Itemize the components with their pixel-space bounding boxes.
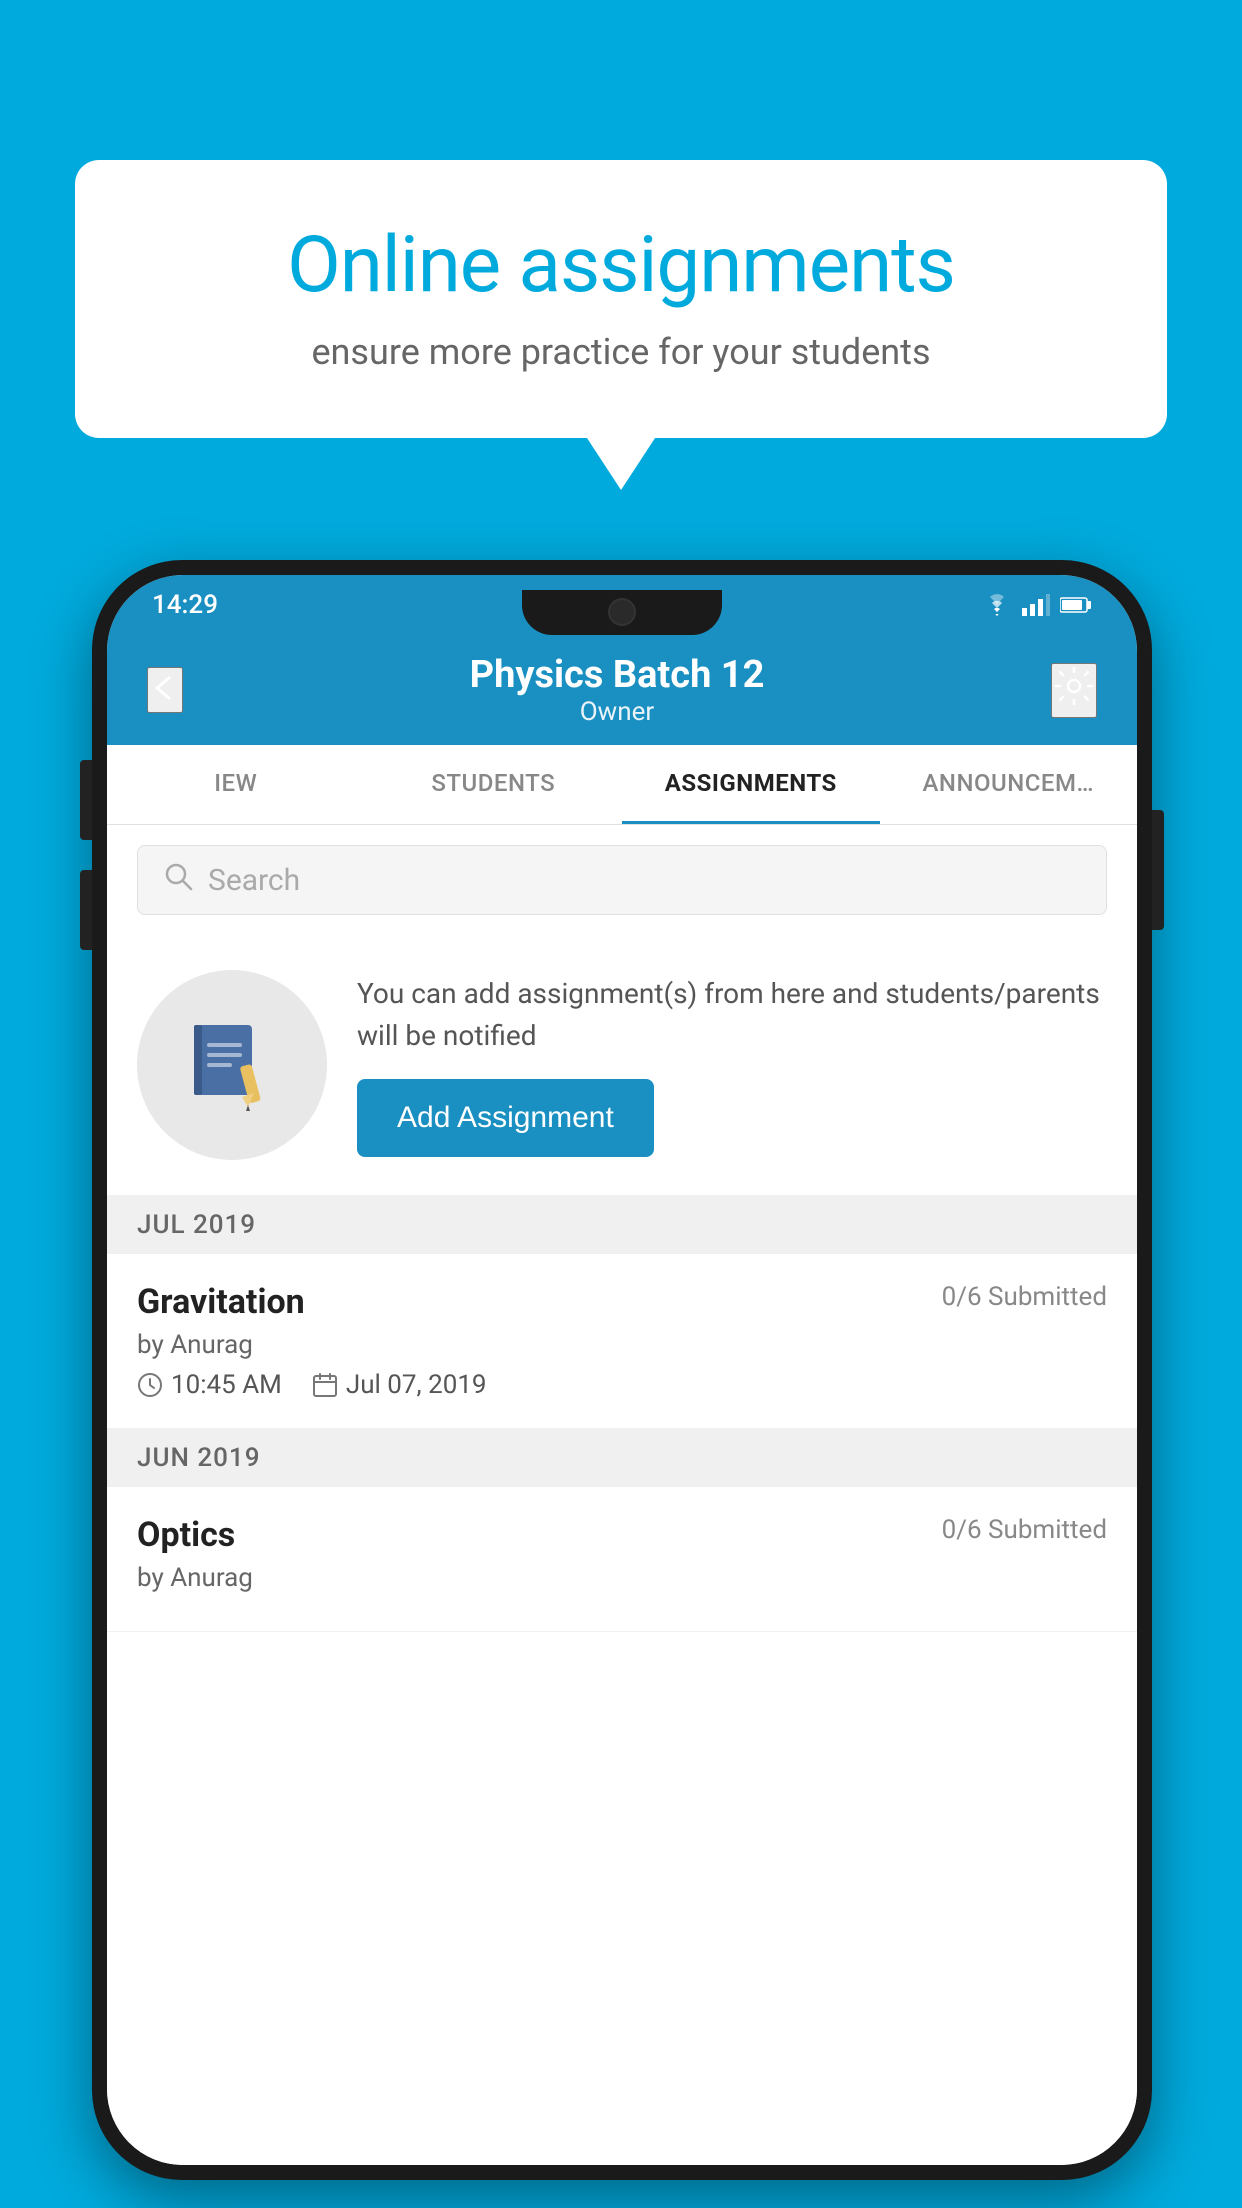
phone-button-vol-down [80, 870, 92, 950]
tab-students[interactable]: STUDENTS [365, 745, 623, 824]
phone-notch [522, 590, 722, 635]
speech-bubble-subtitle: ensure more practice for your students [145, 331, 1097, 373]
header-title: Physics Batch 12 [470, 653, 765, 697]
assignment-submitted: 0/6 Submitted [942, 1282, 1107, 1312]
calendar-icon [312, 1372, 338, 1398]
phone-camera [608, 598, 636, 626]
assignment-item-top: Gravitation 0/6 Submitted [137, 1282, 1107, 1322]
wifi-icon [982, 594, 1012, 616]
search-icon [163, 861, 193, 899]
status-icons [982, 594, 1092, 616]
tab-assignments[interactable]: ASSIGNMENTS [622, 745, 880, 824]
assignment-submitted-optics: 0/6 Submitted [942, 1515, 1107, 1545]
assignment-date: Jul 07, 2019 [312, 1370, 487, 1400]
assignment-time: 10:45 AM [137, 1370, 282, 1400]
section-header-jul: JUL 2019 [107, 1196, 1137, 1254]
phone-button-vol-up [80, 760, 92, 840]
tab-iew[interactable]: IEW [107, 745, 365, 824]
phone-screen: 14:29 [107, 575, 1137, 2165]
phone-outer: 14:29 [92, 560, 1152, 2180]
clock-icon [137, 1372, 163, 1398]
header-subtitle: Owner [470, 697, 765, 727]
app-header: Physics Batch 12 Owner [107, 635, 1137, 745]
notebook-icon [182, 1015, 282, 1115]
signal-icon [1022, 594, 1050, 616]
assignment-item-optics[interactable]: Optics 0/6 Submitted by Anurag [107, 1487, 1137, 1632]
add-assignment-section: You can add assignment(s) from here and … [107, 935, 1137, 1196]
add-assignment-button[interactable]: Add Assignment [357, 1079, 654, 1157]
add-assignment-description: You can add assignment(s) from here and … [357, 973, 1107, 1057]
assignment-icon-circle [137, 970, 327, 1160]
assignment-meta: 10:45 AM Jul 07, 2019 [137, 1370, 1107, 1400]
tab-announcements[interactable]: ANNOUNCEM… [880, 745, 1138, 824]
search-placeholder: Search [208, 863, 300, 898]
search-container: Search [107, 825, 1137, 935]
assignment-item-gravitation[interactable]: Gravitation 0/6 Submitted by Anurag 10:4… [107, 1254, 1137, 1429]
add-assignment-right: You can add assignment(s) from here and … [357, 973, 1107, 1157]
speech-bubble: Online assignments ensure more practice … [75, 160, 1167, 438]
speech-bubble-container: Online assignments ensure more practice … [75, 160, 1167, 438]
settings-button[interactable] [1051, 663, 1097, 718]
assignment-author: by Anurag [137, 1330, 1107, 1360]
speech-bubble-title: Online assignments [145, 220, 1097, 311]
status-time: 14:29 [152, 590, 218, 620]
assignment-name: Gravitation [137, 1282, 305, 1322]
tabs-bar: IEW STUDENTS ASSIGNMENTS ANNOUNCEM… [107, 745, 1137, 825]
search-bar[interactable]: Search [137, 845, 1107, 915]
screen-content: Search [107, 825, 1137, 2165]
section-header-jun: JUN 2019 [107, 1429, 1137, 1487]
assignment-name-optics: Optics [137, 1515, 235, 1555]
battery-icon [1060, 596, 1092, 614]
phone-button-power [1152, 810, 1164, 930]
back-button[interactable] [147, 667, 183, 713]
assignment-item-top-optics: Optics 0/6 Submitted [137, 1515, 1107, 1555]
phone-frame: 14:29 [92, 560, 1152, 2180]
assignment-author-optics: by Anurag [137, 1563, 1107, 1593]
header-center: Physics Batch 12 Owner [470, 653, 765, 727]
